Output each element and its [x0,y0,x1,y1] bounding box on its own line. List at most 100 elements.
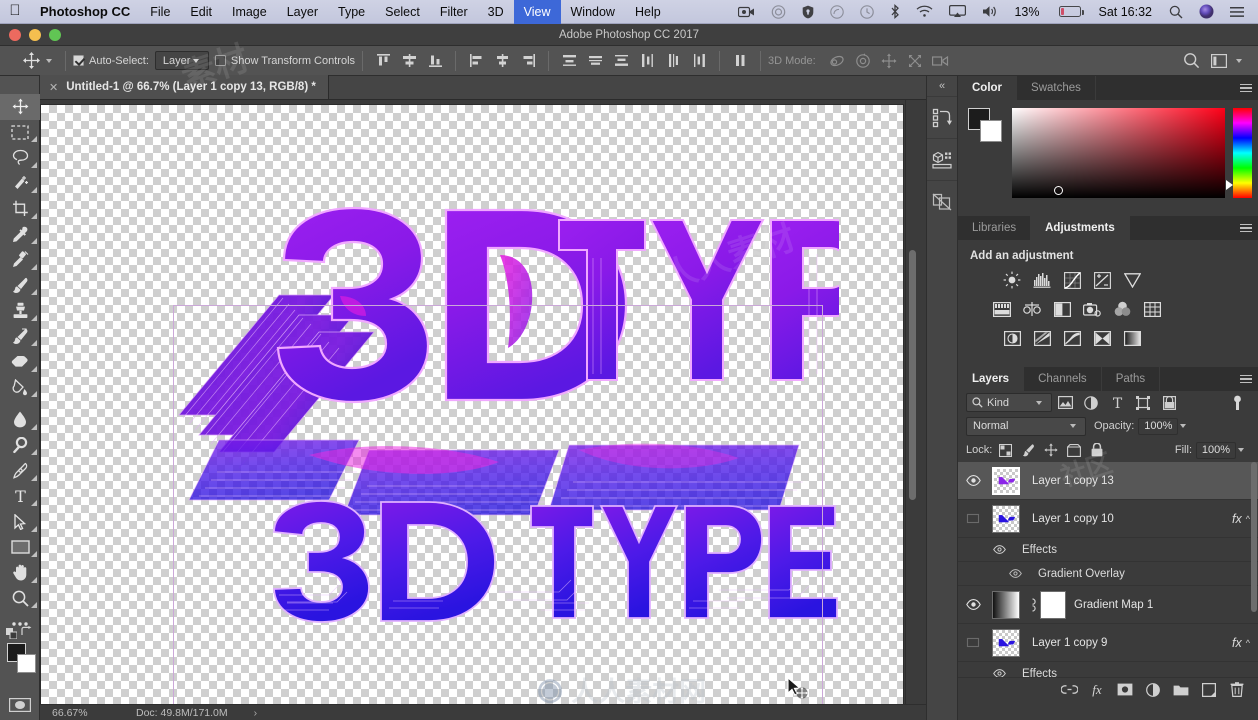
align-vertical-centers-icon[interactable] [396,50,422,72]
new-group-icon[interactable] [1168,680,1194,700]
tab-color[interactable]: Color [958,76,1018,100]
tab-channels[interactable]: Channels [1024,367,1102,391]
table-row[interactable]: ▮◣▰ Layer 1 copy 10 fx ^ [958,500,1258,538]
blur-tool[interactable] [0,407,40,433]
menu-layer[interactable]: Layer [277,0,328,24]
time-machine-icon[interactable] [852,4,882,19]
selection-bounding-box[interactable] [173,305,823,704]
filter-toggle-icon[interactable] [1224,393,1250,413]
filter-adjustment-icon[interactable] [1078,393,1104,413]
airplay-icon[interactable] [941,5,974,18]
add-layer-mask-icon[interactable] [1112,680,1138,700]
horizontal-type-tool[interactable]: T [0,484,40,510]
apple-logo-icon[interactable]:  [0,3,30,20]
align-left-edges-icon[interactable] [463,50,489,72]
lock-artboard-nesting-icon[interactable] [1064,441,1084,459]
filter-smart-object-icon[interactable] [1156,393,1182,413]
menu-select[interactable]: Select [375,0,430,24]
lock-position-icon[interactable] [1041,441,1061,459]
distribute-horizontal-centers-icon[interactable] [660,50,686,72]
layer-effects-row[interactable]: Effects [958,538,1258,562]
filter-pixel-icon[interactable] [1052,393,1078,413]
document-tab[interactable]: ✕ Untitled-1 @ 66.7% (Layer 1 copy 13, R… [40,75,329,99]
background-color-swatch[interactable] [980,120,1002,142]
lock-image-pixels-icon[interactable] [1018,441,1038,459]
menu-window[interactable]: Window [561,0,625,24]
dodge-tool[interactable] [0,433,40,459]
chevron-right-icon[interactable]: › [254,707,258,719]
lock-transparent-pixels-icon[interactable] [995,441,1015,459]
roll-3d-icon[interactable] [850,50,876,72]
posterize-icon[interactable] [1032,328,1052,348]
layer-name[interactable]: Layer 1 copy 13 [1024,475,1258,487]
align-right-edges-icon[interactable] [515,50,541,72]
opacity-chevron-icon[interactable] [1180,424,1187,428]
auto-select-checkbox[interactable] [73,55,84,66]
menu-3d[interactable]: 3D [478,0,514,24]
layer-thumbnail[interactable] [988,590,1024,619]
fill-chevron-icon[interactable] [1238,448,1244,452]
eyedropper-tool[interactable] [0,222,40,248]
align-top-edges-icon[interactable] [370,50,396,72]
chevron-up-icon[interactable]: ^ [1246,638,1258,648]
invert-icon[interactable] [1002,328,1022,348]
menu-image[interactable]: Image [222,0,277,24]
zoom-level[interactable]: 66.67% [40,707,136,719]
panel-menu-icon[interactable] [1234,367,1258,391]
tab-layers[interactable]: Layers [958,367,1025,391]
scrollbar-thumb[interactable] [909,250,916,500]
distribute-vertical-centers-icon[interactable] [582,50,608,72]
effect-visibility-toggle[interactable] [958,569,1030,578]
rotate-3d-icon[interactable] [824,50,850,72]
move-tool-icon[interactable] [18,50,44,72]
layer-thumbnail[interactable]: ▮◣▰ [988,504,1024,533]
hand-tool[interactable] [0,560,40,586]
slide-3d-icon[interactable] [902,50,928,72]
filter-shape-icon[interactable] [1130,393,1156,413]
panel-menu-icon[interactable] [1234,216,1258,240]
layer-thumbnail[interactable]: ▮◣▰ [988,466,1024,495]
layer-visibility-toggle[interactable] [958,599,988,610]
hue-strip[interactable] [1226,108,1252,198]
collapse-panels-icon[interactable]: « [927,76,957,96]
history-brush-tool[interactable] [0,324,40,350]
table-row[interactable]: ▮◣▰ Layer 1 copy 9 fx ^ [958,624,1258,662]
background-color-swatch[interactable] [17,653,36,673]
new-layer-icon[interactable] [1196,680,1222,700]
screen-record-icon[interactable] [730,6,763,18]
brush-tool[interactable] [0,273,40,299]
menu-type[interactable]: Type [328,0,375,24]
crop-tool[interactable] [0,196,40,222]
layer-visibility-toggle[interactable] [958,475,988,486]
menu-help[interactable]: Help [625,0,671,24]
close-window-button[interactable] [9,28,21,41]
fill-value[interactable]: 100% [1196,441,1236,459]
distribute-spacing-icon[interactable] [727,50,753,72]
shield-icon[interactable] [794,5,822,19]
pen-tool[interactable] [0,458,40,484]
new-adjustment-layer-icon[interactable] [1140,680,1166,700]
clone-stamp-tool[interactable] [0,298,40,324]
menu-view[interactable]: View [513,0,561,24]
path-selection-tool[interactable] [0,509,40,535]
creative-cloud-icon[interactable] [763,4,794,19]
drag-3d-icon[interactable] [876,50,902,72]
layer-effect-item-row[interactable]: Gradient Overlay [958,562,1258,586]
scale-3d-icon[interactable] [928,50,954,72]
link-layers-icon[interactable] [1056,680,1082,700]
mask-link-icon[interactable] [1024,597,1040,612]
wifi-icon[interactable] [908,5,941,18]
photo-filter-icon[interactable] [1082,299,1102,319]
default-colors-icon[interactable] [6,627,18,639]
minimize-window-button[interactable] [29,28,41,41]
lock-all-icon[interactable] [1087,441,1107,459]
filter-type-icon[interactable]: T [1104,393,1130,413]
document-canvas[interactable]: ◉ 人人素材网 [41,105,903,704]
layers-scrollbar-thumb[interactable] [1251,462,1257,612]
layer-visibility-toggle[interactable] [958,637,988,648]
close-icon[interactable]: ✕ [49,81,58,94]
airdrop-icon[interactable] [822,4,852,19]
align-horizontal-centers-icon[interactable] [489,50,515,72]
rectangular-marquee-tool[interactable] [0,120,40,146]
quick-selection-tool[interactable] [0,171,40,197]
